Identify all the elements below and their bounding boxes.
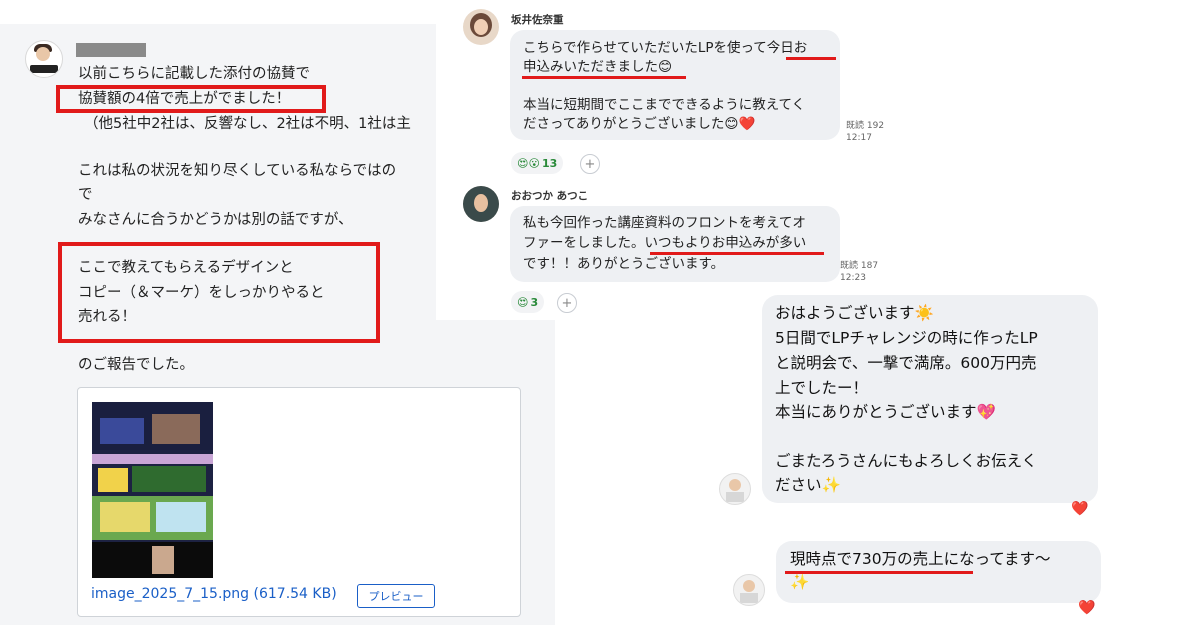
highlight-underline: [786, 57, 836, 60]
reaction-count: 13: [541, 156, 558, 170]
reaction-emoji: 😍😮: [517, 156, 540, 170]
message-line: 本当にありがとうございます💖: [775, 403, 996, 421]
redacted-name: [76, 43, 146, 57]
post-line: これは私の状況を知り尽くしている私ならではの: [78, 163, 397, 179]
reaction-emoji: 😍: [517, 295, 529, 309]
message-line: 私も今回作った講座資料のフロントを考えてオ: [523, 215, 806, 231]
add-reaction-button[interactable]: +: [557, 293, 577, 313]
heart-reaction-icon[interactable]: ❤️: [1078, 600, 1095, 616]
post-line: 以前こちらに記載した添付の協賛で: [78, 66, 310, 82]
preview-button[interactable]: プレビュー: [357, 584, 435, 608]
message-line: 上でしたー！: [775, 379, 869, 397]
highlight-box: [58, 242, 380, 343]
message-line: ださってありがとうございました😊❤️: [523, 116, 756, 132]
message-line: です！！ありがとうございます。: [523, 256, 725, 272]
sender-avatar[interactable]: [719, 473, 751, 505]
message-line: 5日間でLPチャレンジの時に作ったLP: [775, 329, 1038, 347]
read-count: 既読 187: [840, 261, 879, 271]
highlight-underline: [522, 76, 686, 79]
attachment-link[interactable]: image_2025_7_15.png (617.54 KB): [91, 586, 337, 602]
highlight-underline: [785, 571, 973, 574]
sender-avatar[interactable]: [463, 9, 499, 45]
timestamp: 12:23: [840, 273, 866, 283]
sender-name: おおつか あつこ: [511, 190, 589, 202]
post-line: で: [78, 187, 93, 203]
timestamp: 12:17: [846, 133, 872, 143]
reaction-count: 3: [530, 295, 539, 309]
message-line: ファーをしました。いつもよりお申込みが多い: [523, 235, 807, 251]
read-count: 既読 192: [846, 121, 885, 131]
reaction-chip[interactable]: 😍 3: [511, 291, 545, 313]
message-line: 現時点で730万の売上になってます〜: [790, 550, 1051, 568]
sender-avatar[interactable]: [733, 574, 765, 606]
heart-reaction-icon[interactable]: ❤️: [1071, 501, 1088, 517]
highlight-underline: [650, 252, 824, 255]
post-line: （他5社中2社は、反響なし、2社は不明、1社は主: [84, 116, 411, 132]
poster-avatar[interactable]: [25, 40, 63, 78]
post-line: のご報告でした。: [78, 357, 194, 373]
sender-avatar[interactable]: [463, 186, 499, 222]
message-line: おはようございます☀️: [775, 304, 934, 322]
message-line: ださい✨: [775, 476, 841, 494]
message-line: 申込みいただきました😊: [523, 59, 673, 75]
attachment-thumbnail[interactable]: [92, 402, 213, 578]
reaction-chip[interactable]: 😍😮 13: [511, 152, 564, 174]
message-line: ごまたろうさんにもよろしくお伝えく: [775, 452, 1038, 470]
add-reaction-button[interactable]: +: [580, 154, 600, 174]
message-line: と説明会で、一撃で満席。600万円売: [775, 354, 1037, 372]
highlight-box: [56, 85, 326, 113]
post-line: みなさんに合うかどうかは別の話ですが、: [78, 212, 353, 228]
attachment-card: image_2025_7_15.png (617.54 KB) プレビュー: [77, 387, 521, 617]
sender-name: 坂井佐奈重: [511, 14, 564, 26]
